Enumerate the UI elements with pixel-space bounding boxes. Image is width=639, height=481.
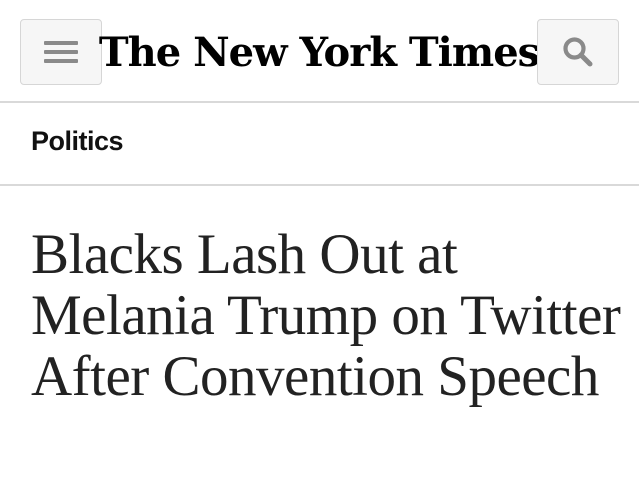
header-divider — [0, 101, 639, 103]
masthead-logo[interactable]: The New York Times — [99, 24, 540, 80]
section-divider — [0, 184, 639, 186]
top-navigation-bar: The New York Times — [0, 0, 639, 102]
search-button[interactable] — [537, 19, 619, 85]
section-link-politics[interactable]: Politics — [31, 128, 124, 155]
search-icon — [563, 37, 593, 67]
menu-button[interactable] — [20, 19, 102, 85]
hamburger-menu-icon — [44, 41, 78, 63]
article-headline: Blacks Lash Out at Melania Trump on Twit… — [31, 223, 621, 408]
